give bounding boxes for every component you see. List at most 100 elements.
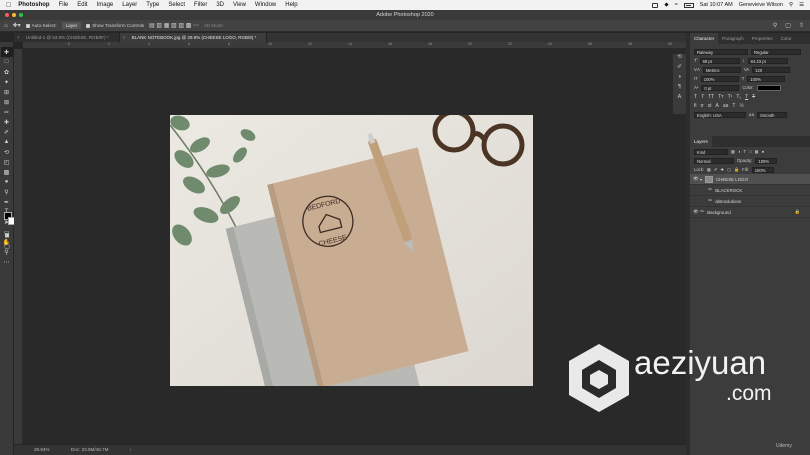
glyphs-icon[interactable]: A: [673, 94, 686, 104]
adjustments-icon[interactable]: ◑: [673, 74, 686, 84]
font-family-field[interactable]: Raleway: [694, 48, 748, 55]
lock-icon[interactable]: 🔒: [795, 209, 800, 215]
screen-mode-icon[interactable]: ▢: [1, 241, 13, 251]
history-brush-tool-icon[interactable]: ⟲: [1, 147, 13, 157]
alternates-icon[interactable]: A: [715, 103, 718, 109]
menu-edit[interactable]: Edit: [77, 2, 87, 8]
filter-adjustment-icon[interactable]: ◑: [738, 149, 741, 154]
horizontal-ruler[interactable]: 0 2 4 6 8 10 12 14 16 18 20 22 24 26 28 …: [23, 42, 686, 49]
lock-position-icon[interactable]: ✚: [721, 167, 725, 172]
faux-bold-icon[interactable]: T: [694, 94, 697, 100]
tab-untitled[interactable]: × Untitled-1 @ 63.6% (CHEESE, RGB/8*) *: [14, 33, 120, 42]
wifi-icon[interactable]: ≈: [675, 2, 678, 8]
tab-color[interactable]: Color: [777, 33, 796, 44]
menu-type[interactable]: Type: [146, 2, 159, 8]
filter-toggle-icon[interactable]: ●: [762, 149, 765, 154]
workspace-icon[interactable]: ▢: [785, 22, 791, 29]
stamp-tool-icon[interactable]: ▲: [1, 137, 13, 147]
opacity-field[interactable]: 100%: [755, 157, 778, 164]
spotlight-icon[interactable]: ⚲: [789, 2, 793, 8]
filter-type-icon[interactable]: T: [744, 149, 747, 154]
menu-layer[interactable]: Layer: [122, 2, 137, 8]
apple-icon[interactable]: : [6, 2, 11, 9]
layer-row-abtesolutions[interactable]: ✑ abtesolutions: [690, 196, 810, 207]
history-icon[interactable]: ⟲: [673, 54, 686, 64]
titling-icon[interactable]: aa: [723, 103, 729, 109]
control-center-icon[interactable]: ☰: [799, 2, 804, 8]
status-arrow-icon[interactable]: ›: [130, 447, 132, 452]
superscript-icon[interactable]: T¹: [728, 94, 733, 100]
pen-tool-icon[interactable]: ✒: [1, 197, 13, 207]
tab-character[interactable]: Character: [690, 33, 719, 44]
vertical-scale-field[interactable]: 100%: [700, 75, 739, 82]
oldstyle-icon[interactable]: σ: [701, 103, 704, 109]
filter-shape-icon[interactable]: □: [749, 149, 752, 154]
tab-properties[interactable]: Properties: [748, 33, 777, 44]
eye-icon[interactable]: 👁: [693, 176, 700, 182]
font-style-field[interactable]: Regular: [751, 48, 801, 55]
tab-layers[interactable]: Layers: [690, 136, 712, 147]
baseline-field[interactable]: 0 pt: [701, 84, 740, 91]
zoom-level[interactable]: 29.84%: [34, 447, 50, 452]
filter-smart-icon[interactable]: ▩: [755, 149, 759, 154]
menu-image[interactable]: Image: [97, 2, 114, 8]
menu-filter[interactable]: Filter: [194, 2, 207, 8]
vertical-ruler[interactable]: [14, 49, 23, 444]
close-tab-icon[interactable]: ×: [17, 33, 20, 42]
menu-help[interactable]: Help: [285, 2, 297, 8]
screen-record-icon[interactable]: [652, 2, 659, 8]
move-tool-icon[interactable]: ✚: [0, 47, 13, 57]
small-caps-icon[interactable]: Tт: [718, 94, 723, 100]
language-field[interactable]: English: USA: [694, 111, 746, 118]
menu-window[interactable]: Window: [255, 2, 276, 8]
underline-icon[interactable]: T: [745, 94, 748, 100]
marquee-tool-icon[interactable]: □: [1, 57, 13, 67]
layer-row-cheese-logo[interactable]: 👁 ▾ CHEESE LOGO: [690, 174, 810, 185]
antialias-field[interactable]: Smooth: [757, 111, 788, 118]
crop-tool-icon[interactable]: ⊞: [1, 87, 13, 97]
disclosure-icon[interactable]: ▾: [700, 177, 702, 182]
move-tool-preset-icon[interactable]: ✚▾: [13, 22, 21, 29]
menu-file[interactable]: File: [59, 2, 69, 8]
paragraph-icon[interactable]: ¶: [673, 84, 686, 94]
layer-row-background[interactable]: 👁 ✑ Background 🔒: [690, 207, 810, 218]
menubar-clock[interactable]: Sat 10:07 AM: [700, 2, 733, 8]
all-caps-icon[interactable]: TT: [708, 94, 714, 100]
blend-mode-field[interactable]: Normal: [694, 157, 734, 164]
auto-select-dropdown[interactable]: Layer: [61, 22, 82, 29]
transform-controls-checkbox[interactable]: Show Transform Controls: [86, 23, 144, 28]
ligature-icon[interactable]: fi: [694, 103, 697, 109]
quick-mask-icon[interactable]: ◼: [1, 230, 13, 240]
doc-size[interactable]: Doc: 23.9M/48.7M: [71, 447, 109, 452]
battery-icon[interactable]: [683, 2, 694, 8]
menu-app-name[interactable]: Photoshop: [18, 2, 49, 8]
lock-all-icon[interactable]: 🔒: [734, 167, 739, 173]
ordinal-icon[interactable]: T: [732, 103, 735, 109]
lock-artboard-icon[interactable]: ▢: [727, 167, 731, 172]
lock-paint-icon[interactable]: ✐: [714, 167, 718, 172]
layer-filter-field[interactable]: Kind: [694, 148, 728, 155]
document-image[interactable]: BEDFORD CHEESE: [170, 115, 533, 386]
swash-icon[interactable]: st: [708, 103, 712, 109]
frame-tool-icon[interactable]: ⊠: [1, 97, 13, 107]
eye-icon[interactable]: 👁: [693, 209, 700, 215]
dropbox-icon[interactable]: ◆: [664, 2, 668, 8]
share-icon[interactable]: ⇧: [799, 22, 804, 29]
close-tab-icon[interactable]: ×: [123, 33, 126, 42]
font-size-field[interactable]: 69 pt: [699, 57, 740, 64]
leading-field[interactable]: 64.23 pt: [747, 57, 788, 64]
brush-settings-icon[interactable]: ✐: [673, 64, 686, 74]
menu-view[interactable]: View: [233, 2, 246, 8]
tab-paragraph[interactable]: Paragraph: [718, 33, 747, 44]
lasso-tool-icon[interactable]: ✿: [1, 67, 13, 77]
subscript-icon[interactable]: T₁: [736, 94, 741, 100]
magic-wand-tool-icon[interactable]: ✦: [1, 77, 13, 87]
align-icons[interactable]: ▤ ▥ ▦ ▧ ▨ ▩ ⋯: [149, 22, 199, 29]
gradient-tool-icon[interactable]: ▩: [1, 167, 13, 177]
brush-tool-icon[interactable]: ✐: [1, 127, 13, 137]
more-tools-icon[interactable]: ⋯: [1, 257, 13, 267]
kerning-field[interactable]: Metrics: [702, 66, 741, 73]
auto-select-checkbox[interactable]: Auto-Select:: [25, 23, 57, 28]
menu-select[interactable]: Select: [168, 2, 185, 8]
text-color-swatch[interactable]: [756, 84, 781, 91]
